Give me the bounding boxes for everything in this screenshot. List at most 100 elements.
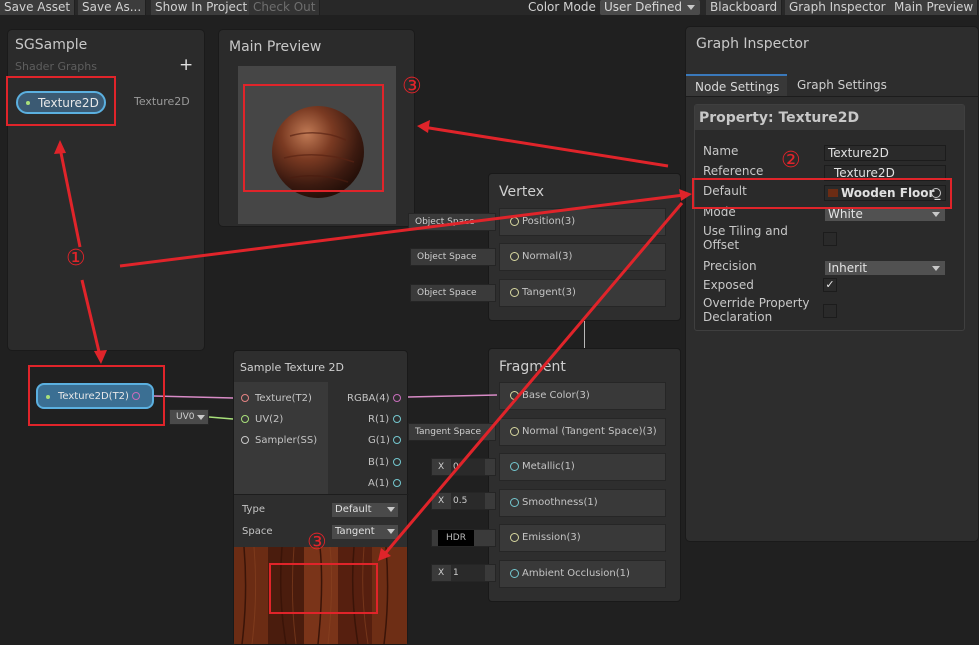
divider: [234, 494, 409, 495]
normal-space-field[interactable]: Object Space: [410, 248, 496, 266]
tab-node-settings[interactable]: Node Settings: [686, 74, 787, 96]
graph-inspector-button[interactable]: Graph Inspector: [785, 0, 891, 15]
port-icon[interactable]: [510, 533, 519, 542]
texture-port-icon[interactable]: [241, 394, 249, 402]
save-as-button[interactable]: Save As...: [78, 0, 147, 15]
annotation-box-texture: [269, 563, 378, 614]
slot-ao[interactable]: Ambient Occlusion(1): [499, 560, 666, 588]
type-dropdown[interactable]: Default: [332, 503, 398, 517]
normal-ts-space-field[interactable]: Tangent Space: [408, 423, 496, 441]
type-value: Default: [335, 504, 372, 515]
chevron-down-icon: [687, 5, 695, 10]
tiling-checkbox[interactable]: [823, 232, 837, 246]
ao-value[interactable]: 1: [451, 565, 486, 581]
port-icon[interactable]: [510, 462, 519, 471]
x-label: X: [438, 496, 445, 506]
b-port-icon[interactable]: [393, 458, 401, 466]
tab-label: Graph Settings: [797, 78, 887, 92]
ao-field[interactable]: X 1: [431, 564, 496, 582]
save-asset-button[interactable]: Save Asset: [0, 0, 76, 15]
exposed-checkbox[interactable]: ✓: [823, 278, 837, 292]
output-label: G(1): [368, 435, 390, 446]
exposed-label: Exposed: [703, 278, 754, 292]
metallic-value[interactable]: 0: [451, 459, 486, 475]
show-in-project-button[interactable]: Show In Project: [151, 0, 253, 15]
precision-label: Precision: [703, 259, 757, 273]
x-label: X: [438, 462, 445, 472]
slot-label: Normal (Tangent Space)(3): [522, 426, 657, 437]
toolbar: Save Asset Save As... Show In Project Ch…: [0, 0, 979, 15]
tab-graph-settings[interactable]: Graph Settings: [787, 76, 897, 96]
override-checkbox[interactable]: [823, 304, 837, 318]
r-port-icon[interactable]: [393, 415, 401, 423]
port-icon[interactable]: [510, 569, 519, 578]
vertex-context[interactable]: Vertex Position(3) Normal(3) Tangent(3): [488, 173, 681, 321]
blackboard-subtitle: Shader Graphs: [15, 60, 97, 73]
slot-position[interactable]: Position(3): [499, 208, 666, 236]
annotation-number: ①: [66, 246, 86, 271]
port-icon[interactable]: [510, 288, 519, 297]
annotation-box-blackboard: [6, 76, 116, 126]
smoothness-field[interactable]: X 0.5: [431, 492, 496, 510]
port-icon[interactable]: [510, 217, 519, 226]
blackboard-button[interactable]: Blackboard: [706, 0, 783, 15]
chevron-down-icon: [387, 507, 395, 512]
slot-metallic[interactable]: Metallic(1): [499, 453, 666, 481]
position-space-field[interactable]: Object Space: [408, 213, 496, 231]
port-icon[interactable]: [510, 391, 519, 400]
property-heading: Property: Texture2D: [699, 110, 860, 126]
port-icon[interactable]: [510, 252, 519, 261]
add-property-button[interactable]: +: [179, 55, 193, 75]
slot-smoothness[interactable]: Smoothness(1): [499, 489, 666, 517]
slot-tangent[interactable]: Tangent(3): [499, 279, 666, 307]
a-port-icon[interactable]: [393, 479, 401, 487]
g-port-icon[interactable]: [393, 436, 401, 444]
annotation-number: ③: [307, 530, 327, 555]
tangent-space-field[interactable]: Object Space: [410, 284, 496, 302]
annotation-box-default: [692, 178, 952, 209]
check-out-button[interactable]: Check Out: [249, 0, 321, 15]
blackboard-title: SGSample: [15, 37, 88, 53]
reference-label: Reference: [703, 164, 764, 178]
color-mode-dropdown[interactable]: User Defined: [600, 0, 700, 15]
chevron-down-icon: [387, 529, 395, 534]
uv-port-icon[interactable]: [241, 415, 249, 423]
precision-dropdown[interactable]: Inherit: [824, 260, 946, 276]
vertex-title: Vertex: [499, 184, 545, 200]
color-mode-label: Color Mode: [528, 0, 596, 14]
rgba-port-icon[interactable]: [393, 394, 401, 402]
metallic-field[interactable]: X 0: [431, 458, 496, 476]
slot-normal-ts[interactable]: Normal (Tangent Space)(3): [499, 418, 666, 446]
main-preview-title: Main Preview: [229, 39, 322, 55]
slot-label: Position(3): [522, 216, 576, 227]
sampler-port-icon[interactable]: [241, 436, 249, 444]
space-dropdown[interactable]: Tangent: [332, 525, 398, 539]
property-type: Texture2D: [134, 95, 190, 108]
smoothness-value[interactable]: 0.5: [451, 493, 486, 509]
input-label: Texture(T2): [255, 393, 312, 404]
slot-label: Ambient Occlusion(1): [522, 568, 630, 579]
main-preview-button[interactable]: Main Preview: [890, 0, 979, 15]
type-label: Type: [242, 504, 265, 515]
output-label: R(1): [368, 414, 390, 425]
slot-label: Base Color(3): [522, 390, 590, 401]
hdr-swatch[interactable]: HDR: [438, 530, 474, 546]
tab-divider: [686, 96, 979, 97]
slot-label: Smoothness(1): [522, 497, 598, 508]
fragment-context[interactable]: Fragment Base Color(3) Normal (Tangent S…: [488, 348, 681, 602]
slot-base-color[interactable]: Base Color(3): [499, 382, 666, 410]
port-icon[interactable]: [510, 498, 519, 507]
uv-channel-dropdown[interactable]: UV0: [169, 409, 209, 425]
override-label: Override Property Declaration: [703, 296, 810, 324]
context-connector: [584, 321, 585, 349]
output-label: RGBA(4): [347, 393, 390, 404]
slot-emission[interactable]: Emission(3): [499, 524, 666, 552]
inspector-title: Graph Inspector: [696, 36, 809, 52]
slot-normal[interactable]: Normal(3): [499, 243, 666, 271]
port-icon[interactable]: [510, 427, 519, 436]
input-label: UV(2): [255, 414, 284, 425]
chevron-down-icon: [932, 266, 940, 271]
precision-value: Inherit: [828, 261, 868, 275]
name-field[interactable]: Texture2D: [824, 145, 946, 161]
emission-field[interactable]: HDR: [431, 529, 496, 547]
